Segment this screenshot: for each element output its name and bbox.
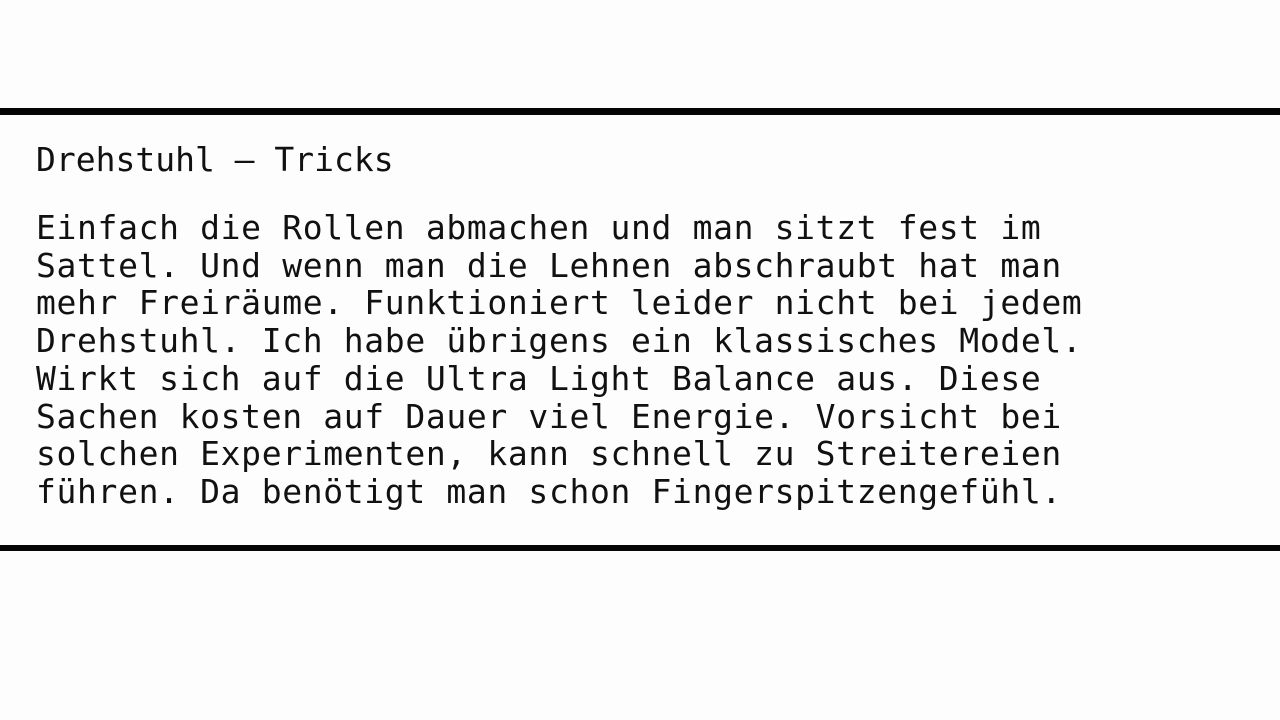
body-line: Drehstuhl. Ich habe übrigens ein klassis… [36,321,1083,361]
text-panel: Drehstuhl – Tricks Einfach die Rollen ab… [36,136,1266,511]
body-line: solchen Experimenten, kann schnell zu St… [36,434,1062,474]
body-line: Sattel. Und wenn man die Lehnen abschrau… [36,245,1062,285]
body-line: Wirkt sich auf die Ultra Light Balance a… [36,358,1042,398]
document-title: Drehstuhl – Tricks [36,140,394,179]
body-line: Sachen kosten auf Dauer viel Energie. Vo… [36,396,1062,436]
top-divider [0,108,1280,115]
bottom-divider [0,545,1280,551]
body-line: Einfach die Rollen abmachen und man sitz… [36,208,1042,247]
body-line: führen. Da benötigt man schon Fingerspit… [36,471,1062,511]
body-text: Einfach die Rollen abmachen und man sitz… [36,209,1266,511]
body-line: mehr Freiräume. Funktioniert leider nich… [36,283,1083,323]
